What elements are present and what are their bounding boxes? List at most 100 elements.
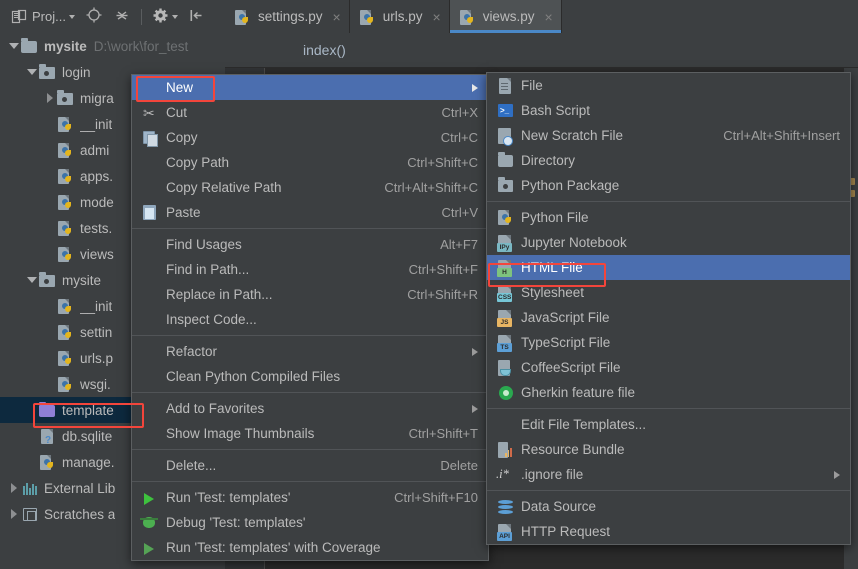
menu-item-copy-path[interactable]: Copy Path Ctrl+Shift+C xyxy=(132,150,488,175)
menu-item-label: Find Usages xyxy=(166,237,242,252)
no-icon xyxy=(495,416,517,434)
unknown-file-icon: ? xyxy=(39,428,57,446)
tree-item-label: settin xyxy=(80,324,113,340)
menu-separator xyxy=(132,335,488,336)
python-file-icon xyxy=(359,9,375,25)
menu-item-copy-relative-path[interactable]: Copy Relative Path Ctrl+Alt+Shift+C xyxy=(132,175,488,200)
tree-item-label: apps. xyxy=(80,168,114,184)
editor-tab-views-py[interactable]: views.py × xyxy=(449,0,562,33)
collapse-arrow-icon[interactable] xyxy=(6,483,21,493)
menu-item-refactor[interactable]: Refactor xyxy=(132,339,488,364)
submenu-item-html-file[interactable]: H HTML File xyxy=(487,255,850,280)
submenu-item-file[interactable]: File xyxy=(487,73,850,98)
settings-button[interactable] xyxy=(149,5,181,29)
submenu-item-data-source[interactable]: Data Source xyxy=(487,494,850,519)
no-icon xyxy=(140,261,162,279)
menu-item-run-test-templates-with-coverage[interactable]: Run 'Test: templates' with Coverage xyxy=(132,535,488,560)
submenu-item-javascript-file[interactable]: JS JavaScript File xyxy=(487,305,850,330)
submenu-item-python-file[interactable]: Python File xyxy=(487,205,850,230)
python-package-icon xyxy=(39,272,57,288)
menu-item-label: Cut xyxy=(166,105,188,120)
submenu-item-new-scratch-file[interactable]: New Scratch File Ctrl+Alt+Shift+Insert xyxy=(487,123,850,148)
tree-item-mysite[interactable]: mysite D:\work\for_test xyxy=(0,33,225,59)
menu-item-shortcut: Ctrl+Alt+Shift+Insert xyxy=(723,128,840,143)
menu-item-copy[interactable]: Copy Ctrl+C xyxy=(132,125,488,150)
submenu-item-directory[interactable]: Directory xyxy=(487,148,850,173)
external-libraries-icon xyxy=(21,480,39,496)
submenu-item-gherkin-feature-file[interactable]: Gherkin feature file xyxy=(487,380,850,405)
submenu-item-stylesheet[interactable]: CSS Stylesheet xyxy=(487,280,850,305)
tree-item-label: Scratches a xyxy=(44,506,116,522)
menu-item-find-in-path[interactable]: Find in Path... Ctrl+Shift+F xyxy=(132,257,488,282)
no-icon xyxy=(140,286,162,304)
menu-item-run-test-templates[interactable]: Run 'Test: templates' Ctrl+Shift+F10 xyxy=(132,485,488,510)
close-icon[interactable]: × xyxy=(544,10,552,24)
hide-panel-button[interactable] xyxy=(185,5,208,29)
menu-item-label: Copy xyxy=(166,130,198,145)
python-file-icon xyxy=(57,298,75,314)
python-file-icon xyxy=(57,246,75,262)
gear-icon xyxy=(152,7,169,27)
menu-item-show-image-thumbnails[interactable]: Show Image Thumbnails Ctrl+Shift+T xyxy=(132,421,488,446)
expand-arrow-icon[interactable] xyxy=(6,43,21,49)
locate-button[interactable] xyxy=(82,5,106,29)
submenu-item-resource-bundle[interactable]: Resource Bundle xyxy=(487,437,850,462)
no-icon xyxy=(140,343,162,361)
submenu-item-edit-file-templates[interactable]: Edit File Templates... xyxy=(487,412,850,437)
expand-arrow-icon[interactable] xyxy=(24,69,39,75)
menu-item-shortcut: Ctrl+V xyxy=(441,205,478,220)
tree-item-label: login xyxy=(62,64,91,80)
tree-item-label: External Lib xyxy=(44,480,116,496)
submenu-arrow-icon xyxy=(472,404,478,413)
submenu-item-typescript-file[interactable]: TS TypeScript File xyxy=(487,330,850,355)
gherkin-icon xyxy=(495,384,517,402)
project-view-selector[interactable]: Proj... xyxy=(8,5,78,29)
menu-item-label: Directory xyxy=(521,153,576,168)
menu-item-label: .ignore file xyxy=(521,467,584,482)
menu-item-clean-python-compiled-files[interactable]: Clean Python Compiled Files xyxy=(132,364,488,389)
menu-item-debug-test-templates[interactable]: Debug 'Test: templates' xyxy=(132,510,488,535)
python-file-icon xyxy=(57,116,75,132)
typescript-file-icon: TS xyxy=(495,334,517,352)
html-file-icon: H xyxy=(495,259,517,277)
submenu-item-bash-script[interactable]: >_ Bash Script xyxy=(487,98,850,123)
menu-item-shortcut: Ctrl+Shift+F xyxy=(408,262,478,277)
submenu-item-ignore-file[interactable]: .i* .ignore file xyxy=(487,462,850,487)
menu-item-label: Find in Path... xyxy=(166,262,250,277)
menu-separator xyxy=(132,392,488,393)
no-icon xyxy=(140,79,162,97)
menu-item-shortcut: Ctrl+Shift+F10 xyxy=(394,490,478,505)
tree-item-label: db.sqlite xyxy=(62,428,113,444)
editor-tab-settings-py[interactable]: settings.py × xyxy=(225,0,350,33)
submenu-item-python-package[interactable]: Python Package xyxy=(487,173,850,198)
no-icon xyxy=(140,154,162,172)
menu-item-new[interactable]: New xyxy=(132,75,488,100)
submenu-item-http-request[interactable]: API HTTP Request xyxy=(487,519,850,544)
menu-item-shortcut: Ctrl+Shift+T xyxy=(408,426,478,441)
menu-item-cut[interactable]: ✂ Cut Ctrl+X xyxy=(132,100,488,125)
submenu-item-jupyter-notebook[interactable]: IPy Jupyter Notebook xyxy=(487,230,850,255)
jupyter-notebook-icon: IPy xyxy=(495,234,517,252)
scratch-file-icon xyxy=(495,127,517,146)
menu-item-label: JavaScript File xyxy=(521,310,610,325)
menu-item-add-to-favorites[interactable]: Add to Favorites xyxy=(132,396,488,421)
expand-arrow-icon[interactable] xyxy=(24,277,39,283)
python-file-icon xyxy=(57,220,75,236)
menu-item-paste[interactable]: Paste Ctrl+V xyxy=(132,200,488,225)
close-icon[interactable]: × xyxy=(333,10,341,24)
python-package-icon xyxy=(495,176,517,195)
close-icon[interactable]: × xyxy=(433,10,441,24)
menu-item-shortcut: Ctrl+Shift+C xyxy=(407,155,478,170)
python-file-icon xyxy=(57,194,75,210)
project-view-label: Proj... xyxy=(32,9,66,24)
menu-item-find-usages[interactable]: Find Usages Alt+F7 xyxy=(132,232,488,257)
collapse-all-button[interactable] xyxy=(110,5,134,29)
collapse-arrow-icon[interactable] xyxy=(42,93,57,103)
menu-item-delete[interactable]: Delete... Delete xyxy=(132,453,488,478)
submenu-item-coffeescript-file[interactable]: CoffeeScript File xyxy=(487,355,850,380)
bash-script-icon: >_ xyxy=(495,102,517,120)
collapse-arrow-icon[interactable] xyxy=(6,509,21,519)
menu-item-replace-in-path[interactable]: Replace in Path... Ctrl+Shift+R xyxy=(132,282,488,307)
editor-tab-urls-py[interactable]: urls.py × xyxy=(349,0,450,33)
menu-item-inspect-code[interactable]: Inspect Code... xyxy=(132,307,488,332)
